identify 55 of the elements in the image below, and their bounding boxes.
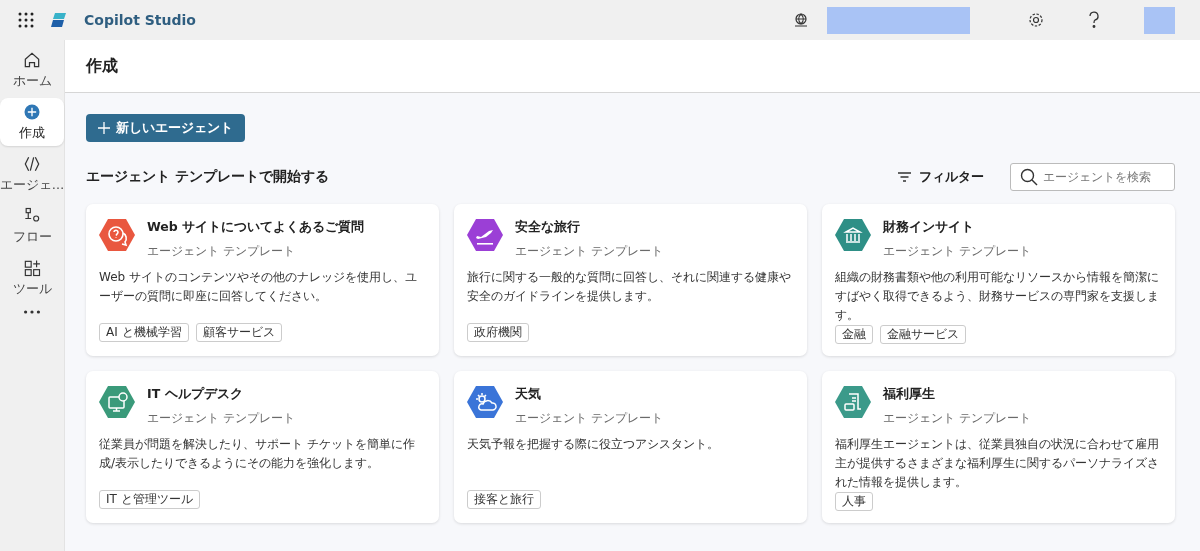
template-card[interactable]: Web サイトについてよくあるご質問 エージェント テンプレート Web サイトのコンテンツやその他のナレッジを使用し、ユーザーの質問に即座に回答してください。 AI と機械学習 顧客サービス [86, 204, 439, 356]
template-card[interactable]: 財務インサイト エージェント テンプレート 組織の財務書類や他の利用可能なリソースから情報を簡潔にすばやく取得できるよう、財務サービスの専門家を支援します。 金融 金融サービス [822, 204, 1175, 356]
sidebar-item[interactable]: ホーム [0, 46, 64, 94]
tag: 人事 [835, 492, 873, 511]
plus-icon [98, 122, 110, 134]
template-card[interactable]: 安全な旅行 エージェント テンプレート 旅行に関する一般的な質問に回答し、それに関連する健康や安全のガイドラインを提供します。 政府機関 [454, 204, 807, 356]
card-description: 従業員が問題を解決したり、サポート チケットを簡単に作成/表示したりできるようにその能力を強化します。 [99, 436, 416, 472]
card-title: Web サイトについてよくあるご質問 [147, 219, 365, 236]
more-icon [24, 310, 40, 314]
card-description: 福利厚生エージェントは、従業員独自の状況に合わせて雇用主が提供するさまざまな福利厚生に関するパーソナライズされた情報を提供します。 [835, 436, 1160, 491]
app-launcher-icon[interactable] [18, 12, 34, 28]
sidebar-item[interactable]: フロー [0, 202, 64, 250]
card-description: 組織の財務書類や他の利用可能なリソースから情報を簡潔にすばやく取得できるよう、財務サービスの専門家を支援します。 [835, 269, 1160, 324]
plus-icon [22, 102, 42, 122]
card-title: IT ヘルプデスク [147, 386, 244, 403]
tools-icon [22, 258, 42, 278]
tag: 顧客サービス [195, 323, 282, 342]
card-subtitle: エージェント テンプレート [883, 243, 1031, 260]
card-description: Web サイトのコンテンツやその他のナレッジを使用し、ユーザーの質問に即座に回答してください。 [99, 269, 418, 305]
card-subtitle: エージェント テンプレート [147, 243, 296, 260]
card-title: 安全な旅行 [515, 219, 581, 236]
page-title: 作成 [86, 55, 118, 77]
sidebar-item[interactable]: 作成 [0, 98, 64, 146]
card-title: 天気 [515, 386, 542, 403]
app-title: Copilot Studio [84, 12, 196, 28]
filter-button[interactable]: フィルター [892, 167, 990, 187]
tag: AI と機械学習 [99, 323, 189, 342]
filter-icon [898, 172, 911, 182]
tag: 金融 [835, 325, 873, 344]
sidebar-item[interactable]: エージェ… [0, 150, 64, 198]
settings-icon[interactable] [1026, 10, 1046, 30]
card-subtitle: エージェント テンプレート [515, 410, 663, 427]
card-description: 旅行に関する一般的な質問に回答し、それに関連する健康や安全のガイドラインを提供します。 [467, 269, 792, 305]
redacted-block [1144, 6, 1175, 34]
sidebar-item[interactable]: ツール [0, 254, 64, 302]
home-icon [22, 50, 42, 70]
logo-icon [50, 12, 68, 28]
card-subtitle: エージェント テンプレート [147, 410, 295, 427]
tag: 政府機関 [467, 323, 529, 342]
new-agent-button[interactable]: 新しいエージェント [86, 114, 245, 142]
search-icon [1020, 168, 1038, 186]
section-title: エージェント テンプレートで開始する [86, 168, 330, 186]
tag: IT と管理ツール [99, 490, 200, 509]
card-subtitle: エージェント テンプレート [883, 410, 1031, 427]
template-card[interactable]: IT ヘルプデスク エージェント テンプレート 従業員が問題を解決したり、サポート チケットを簡単に作成/表示したりできるようにその能力を強化します。 IT と管理ツール [86, 371, 439, 523]
card-description: 天気予報を把握する際に役立つアシスタント。 [467, 436, 720, 453]
card-title: 財務インサイト [883, 219, 975, 236]
search-field[interactable]: エージェントを検索 [1010, 163, 1175, 191]
code-icon [22, 154, 42, 174]
template-card[interactable]: 福利厚生 エージェント テンプレート 福利厚生エージェントは、従業員独自の状況に合わせて雇用主が提供するさまざまな福利厚生に関するパーソナライズされた情報を提供します。 人事 [822, 371, 1175, 523]
tag: 接客と旅行 [467, 490, 541, 509]
template-card[interactable]: 天気 エージェント テンプレート 天気予報を把握する際に役立つアシスタント。 接客と旅行 [454, 371, 807, 523]
card-subtitle: エージェント テンプレート [515, 243, 663, 260]
tag: 金融サービス [880, 325, 966, 344]
card-title: 福利厚生 [883, 386, 936, 403]
